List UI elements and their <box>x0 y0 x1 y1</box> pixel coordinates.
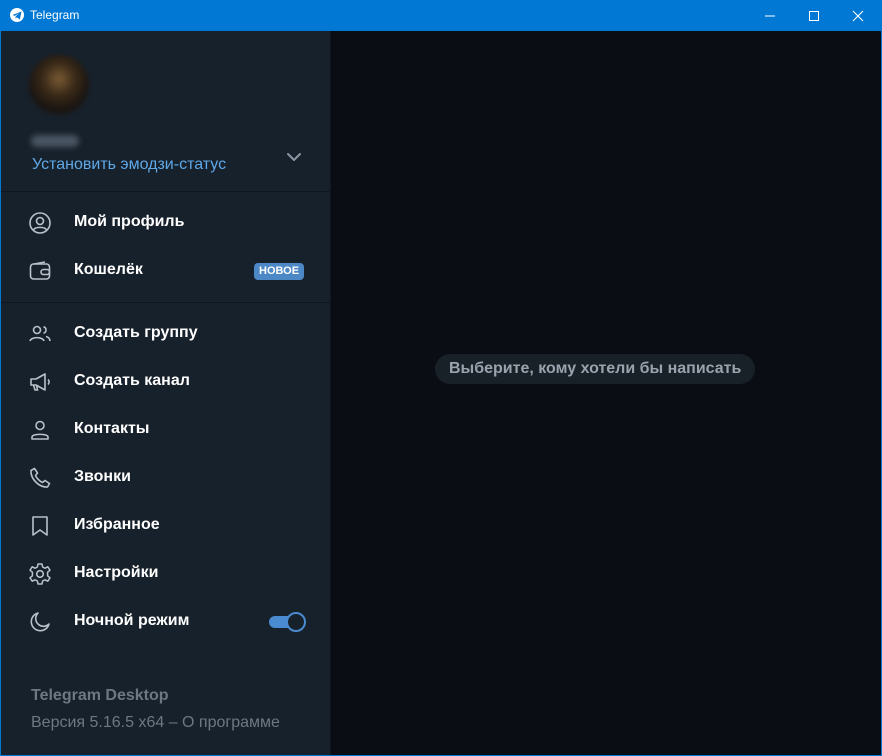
accounts-toggle-button[interactable] <box>283 146 305 173</box>
menu-item-night-mode[interactable]: Ночной режим <box>1 598 330 646</box>
users-icon <box>29 325 51 342</box>
menu-item-label: Настройки <box>74 564 159 581</box>
gear-icon <box>29 563 51 585</box>
menu-item-saved-messages[interactable]: Избранное <box>1 502 330 550</box>
menu-item-contacts[interactable]: Контакты <box>1 406 330 454</box>
menu-item-label: Контакты <box>74 420 150 437</box>
menu-item-new-group[interactable]: Создать группу <box>1 310 330 358</box>
menu-item-calls[interactable]: Звонки <box>1 454 330 502</box>
user-circle-icon <box>29 212 51 234</box>
close-icon <box>852 10 863 21</box>
window-title: Telegram <box>30 8 80 22</box>
avatar[interactable] <box>29 55 89 115</box>
menu-item-my-profile[interactable]: Мой профиль <box>1 199 330 247</box>
menu-item-settings[interactable]: Настройки <box>1 550 330 598</box>
version-about-link[interactable]: Версия 5.16.5 x64 – О программе <box>31 714 280 732</box>
phone-icon <box>30 467 51 488</box>
menu-item-label: Звонки <box>74 468 131 485</box>
menu-item-label: Создать канал <box>74 372 190 389</box>
menu-item-wallet[interactable]: Кошелёк НОВОЕ <box>1 247 330 295</box>
set-emoji-status-link[interactable]: Установить эмодзи-статус <box>32 156 226 174</box>
megaphone-icon <box>30 373 50 391</box>
menu-item-label: Кошелёк <box>74 261 143 278</box>
account-name-redacted[interactable] <box>31 135 79 147</box>
maximize-icon <box>808 10 819 21</box>
main-menu-sidebar: Установить эмодзи-статус Мой профиль Кош… <box>1 31 330 755</box>
menu-item-label: Мой профиль <box>74 213 185 230</box>
menu-item-label: Ночной режим <box>74 612 190 629</box>
maximize-button[interactable] <box>791 0 836 31</box>
menu-item-label: Создать группу <box>74 324 198 341</box>
window-titlebar[interactable]: Telegram <box>0 0 882 31</box>
bookmark-icon <box>32 516 48 536</box>
minimize-icon <box>764 15 775 16</box>
menu-item-new-channel[interactable]: Создать канал <box>1 358 330 406</box>
chat-area: Выберите, кому хотели бы написать <box>331 31 881 755</box>
app-window: Установить эмодзи-статус Мой профиль Кош… <box>1 31 881 755</box>
wallet-icon <box>29 261 51 280</box>
divider <box>1 191 330 192</box>
close-button[interactable] <box>835 0 880 31</box>
new-badge: НОВОЕ <box>254 263 305 280</box>
empty-chat-hint: Выберите, кому хотели бы написать <box>435 354 756 384</box>
telegram-logo-icon <box>10 8 24 22</box>
divider <box>1 302 330 303</box>
chevron-down-icon <box>287 153 301 161</box>
moon-icon <box>30 612 50 632</box>
minimize-button[interactable] <box>747 0 792 31</box>
menu-item-label: Избранное <box>74 516 160 533</box>
night-mode-toggle[interactable] <box>269 612 306 632</box>
app-name: Telegram Desktop <box>31 687 169 704</box>
person-icon <box>31 420 49 440</box>
toggle-knob <box>286 612 306 632</box>
